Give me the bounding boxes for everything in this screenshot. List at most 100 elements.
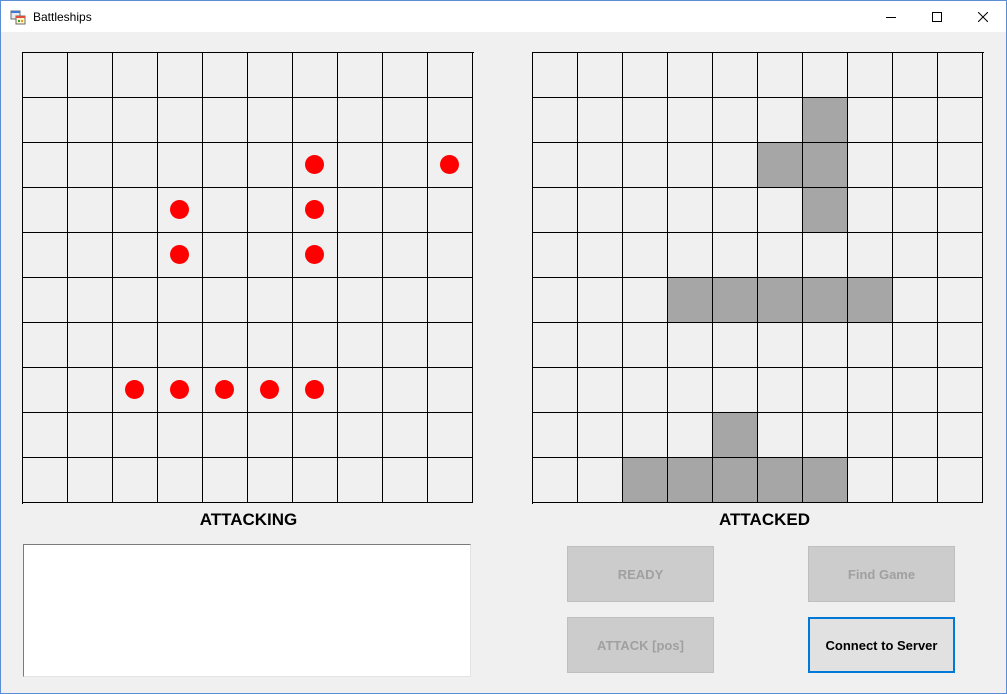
attacking-cell-r8-c4[interactable] xyxy=(203,413,248,458)
attacked-cell-r2-c4[interactable] xyxy=(713,143,758,188)
attacking-cell-r0-c8[interactable] xyxy=(383,53,428,98)
attacking-cell-r8-c1[interactable] xyxy=(68,413,113,458)
attacking-cell-r4-c2[interactable] xyxy=(113,233,158,278)
attacking-cell-r0-c1[interactable] xyxy=(68,53,113,98)
attacked-cell-r4-c0[interactable] xyxy=(533,233,578,278)
attacking-cell-r6-c4[interactable] xyxy=(203,323,248,368)
attacking-cell-r3-c6[interactable] xyxy=(293,188,338,233)
attacked-cell-r7-c0[interactable] xyxy=(533,368,578,413)
attacking-cell-r0-c0[interactable] xyxy=(23,53,68,98)
attacked-cell-r2-c2[interactable] xyxy=(623,143,668,188)
attacking-cell-r5-c4[interactable] xyxy=(203,278,248,323)
title-bar[interactable]: Battleships xyxy=(1,1,1006,32)
attacked-cell-r4-c6[interactable] xyxy=(803,233,848,278)
ready-button[interactable]: READY xyxy=(567,546,714,602)
attacked-cell-r9-c3[interactable] xyxy=(668,458,713,503)
attacking-cell-r5-c8[interactable] xyxy=(383,278,428,323)
attacking-cell-r6-c2[interactable] xyxy=(113,323,158,368)
attacked-cell-r3-c8[interactable] xyxy=(893,188,938,233)
attacked-cell-r2-c0[interactable] xyxy=(533,143,578,188)
attacking-cell-r0-c3[interactable] xyxy=(158,53,203,98)
attacking-cell-r9-c8[interactable] xyxy=(383,458,428,503)
attacked-cell-r9-c4[interactable] xyxy=(713,458,758,503)
attacking-cell-r1-c6[interactable] xyxy=(293,98,338,143)
attacking-cell-r7-c0[interactable] xyxy=(23,368,68,413)
attacked-cell-r2-c3[interactable] xyxy=(668,143,713,188)
attacked-cell-r5-c8[interactable] xyxy=(893,278,938,323)
attacking-cell-r5-c7[interactable] xyxy=(338,278,383,323)
attacked-cell-r5-c6[interactable] xyxy=(803,278,848,323)
attacking-cell-r1-c2[interactable] xyxy=(113,98,158,143)
attacked-cell-r8-c4[interactable] xyxy=(713,413,758,458)
attacked-cell-r6-c7[interactable] xyxy=(848,323,893,368)
attacking-cell-r8-c0[interactable] xyxy=(23,413,68,458)
attacking-cell-r7-c5[interactable] xyxy=(248,368,293,413)
attacking-cell-r4-c3[interactable] xyxy=(158,233,203,278)
attacking-cell-r0-c4[interactable] xyxy=(203,53,248,98)
attacked-cell-r2-c7[interactable] xyxy=(848,143,893,188)
attacked-cell-r2-c6[interactable] xyxy=(803,143,848,188)
attacked-cell-r9-c7[interactable] xyxy=(848,458,893,503)
attacking-cell-r5-c5[interactable] xyxy=(248,278,293,323)
attacked-cell-r0-c8[interactable] xyxy=(893,53,938,98)
attacked-cell-r4-c4[interactable] xyxy=(713,233,758,278)
attacked-cell-r6-c9[interactable] xyxy=(938,323,983,368)
attacking-cell-r7-c6[interactable] xyxy=(293,368,338,413)
attacking-cell-r6-c8[interactable] xyxy=(383,323,428,368)
attacking-cell-r9-c6[interactable] xyxy=(293,458,338,503)
attacking-cell-r0-c9[interactable] xyxy=(428,53,473,98)
attacked-cell-r8-c7[interactable] xyxy=(848,413,893,458)
attacking-cell-r4-c4[interactable] xyxy=(203,233,248,278)
attacking-cell-r6-c7[interactable] xyxy=(338,323,383,368)
attacking-cell-r3-c5[interactable] xyxy=(248,188,293,233)
attacked-cell-r3-c7[interactable] xyxy=(848,188,893,233)
attacking-cell-r4-c6[interactable] xyxy=(293,233,338,278)
attacked-cell-r6-c8[interactable] xyxy=(893,323,938,368)
attacked-cell-r8-c2[interactable] xyxy=(623,413,668,458)
attacking-cell-r3-c3[interactable] xyxy=(158,188,203,233)
attacked-cell-r4-c1[interactable] xyxy=(578,233,623,278)
find-game-button[interactable]: Find Game xyxy=(808,546,955,602)
attacking-cell-r9-c2[interactable] xyxy=(113,458,158,503)
attacking-cell-r4-c0[interactable] xyxy=(23,233,68,278)
attacked-cell-r1-c4[interactable] xyxy=(713,98,758,143)
attacking-cell-r0-c7[interactable] xyxy=(338,53,383,98)
attacking-cell-r1-c9[interactable] xyxy=(428,98,473,143)
attacking-cell-r2-c1[interactable] xyxy=(68,143,113,188)
attacking-cell-r1-c0[interactable] xyxy=(23,98,68,143)
attacking-cell-r3-c1[interactable] xyxy=(68,188,113,233)
attacked-cell-r1-c3[interactable] xyxy=(668,98,713,143)
attacked-cell-r1-c7[interactable] xyxy=(848,98,893,143)
attacking-cell-r9-c7[interactable] xyxy=(338,458,383,503)
attacked-cell-r9-c8[interactable] xyxy=(893,458,938,503)
attacking-cell-r5-c0[interactable] xyxy=(23,278,68,323)
attacking-cell-r7-c3[interactable] xyxy=(158,368,203,413)
attack-button[interactable]: ATTACK [pos] xyxy=(567,617,714,673)
attacking-cell-r1-c3[interactable] xyxy=(158,98,203,143)
attacked-cell-r7-c1[interactable] xyxy=(578,368,623,413)
attacking-cell-r2-c4[interactable] xyxy=(203,143,248,188)
attacking-cell-r6-c3[interactable] xyxy=(158,323,203,368)
attacking-cell-r4-c7[interactable] xyxy=(338,233,383,278)
attacking-cell-r1-c1[interactable] xyxy=(68,98,113,143)
attacked-cell-r8-c6[interactable] xyxy=(803,413,848,458)
attacking-cell-r2-c9[interactable] xyxy=(428,143,473,188)
attacked-cell-r7-c8[interactable] xyxy=(893,368,938,413)
connect-to-server-button[interactable]: Connect to Server xyxy=(808,617,955,673)
attacked-cell-r5-c0[interactable] xyxy=(533,278,578,323)
attacked-cell-r9-c9[interactable] xyxy=(938,458,983,503)
attacked-cell-r7-c4[interactable] xyxy=(713,368,758,413)
attacked-cell-r1-c8[interactable] xyxy=(893,98,938,143)
attacked-cell-r0-c9[interactable] xyxy=(938,53,983,98)
attacked-cell-r3-c9[interactable] xyxy=(938,188,983,233)
attacking-cell-r1-c8[interactable] xyxy=(383,98,428,143)
attacked-cell-r5-c3[interactable] xyxy=(668,278,713,323)
attacked-cell-r5-c2[interactable] xyxy=(623,278,668,323)
attacked-cell-r7-c5[interactable] xyxy=(758,368,803,413)
attacking-cell-r2-c6[interactable] xyxy=(293,143,338,188)
attacking-cell-r6-c0[interactable] xyxy=(23,323,68,368)
attacked-cell-r3-c6[interactable] xyxy=(803,188,848,233)
attacked-cell-r1-c5[interactable] xyxy=(758,98,803,143)
attacked-cell-r9-c2[interactable] xyxy=(623,458,668,503)
attacked-cell-r8-c8[interactable] xyxy=(893,413,938,458)
